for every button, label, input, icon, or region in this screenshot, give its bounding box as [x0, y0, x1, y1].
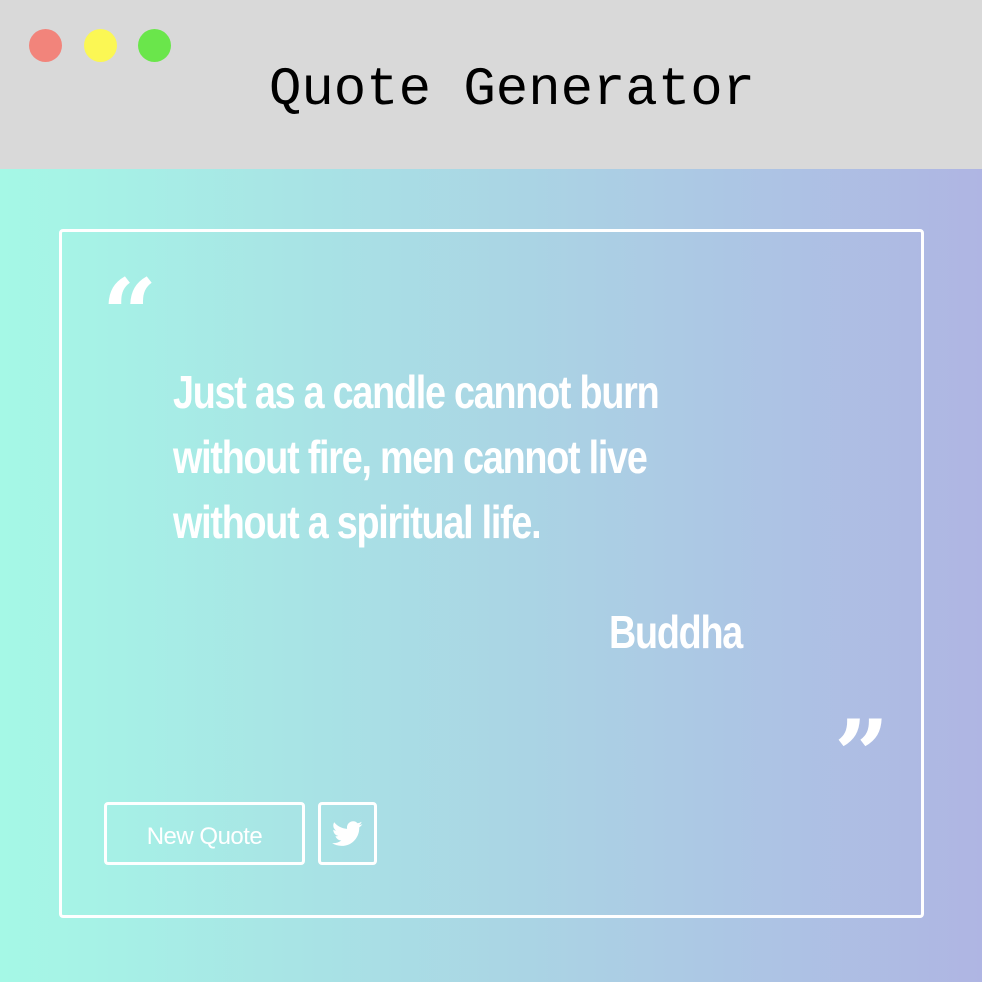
open-quote-icon: “ — [102, 258, 158, 371]
new-quote-button[interactable]: New Quote — [104, 802, 305, 865]
tweet-button[interactable] — [318, 802, 377, 865]
content-area: “ Just as a candle cannot burn without f… — [0, 169, 982, 982]
quote-author: Buddha — [609, 606, 743, 658]
app-title: Quote Generator — [268, 60, 756, 121]
quote-text: Just as a candle cannot burn without fir… — [173, 360, 660, 555]
close-quote-icon: ” — [834, 699, 890, 812]
title-bar: Quote Generator — [0, 0, 982, 169]
quote-card: “ Just as a candle cannot burn without f… — [59, 229, 924, 918]
app-window: Quote Generator “ Just as a candle canno… — [0, 0, 982, 982]
quote-line: without fire, men cannot live — [173, 431, 648, 483]
twitter-icon — [332, 820, 363, 846]
quote-line: without a spiritual life. — [173, 496, 542, 548]
quote-line: Just as a candle cannot burn — [173, 366, 660, 418]
